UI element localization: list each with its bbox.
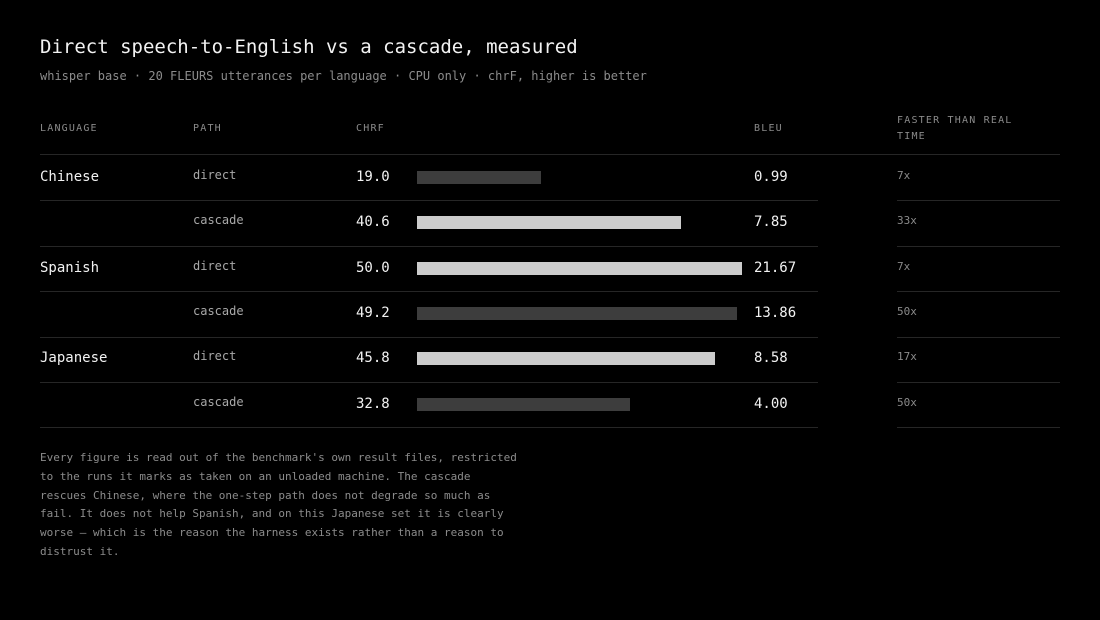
bleu-value: 7.85 <box>754 214 788 231</box>
path-label: cascade <box>193 394 244 409</box>
column-header-path: PATH <box>193 123 222 134</box>
chrf-value: 32.8 <box>356 395 390 412</box>
row-divider <box>40 246 818 247</box>
bleu-value: 8.58 <box>754 350 788 367</box>
footnote: Every figure is read out of the benchmar… <box>40 451 517 558</box>
bleu-value: 13.86 <box>754 304 797 321</box>
realtime-value: 17x <box>897 350 917 364</box>
row-divider <box>897 427 1060 428</box>
row-divider <box>897 337 1060 338</box>
chrf-value: 45.8 <box>356 350 390 367</box>
language-label: Japanese <box>40 350 108 367</box>
chrf-bar <box>417 306 737 320</box>
realtime-value: 7x <box>897 259 911 273</box>
realtime-value: 7x <box>897 168 911 182</box>
chrf-bar <box>417 216 681 230</box>
path-label: direct <box>193 167 237 182</box>
bleu-value: 21.67 <box>754 259 797 276</box>
chrf-value: 50.0 <box>356 259 390 276</box>
page-subtitle: whisper base · 20 FLEURS utterances per … <box>40 69 647 83</box>
column-header-realtime: FASTER THAN REAL TIME <box>897 115 1013 142</box>
row-divider <box>897 291 1060 292</box>
bleu-value: 0.99 <box>754 168 788 185</box>
chrf-value: 49.2 <box>356 304 390 321</box>
language-label: Spanish <box>40 259 100 276</box>
chrf-bar <box>417 170 541 184</box>
row-divider <box>40 382 818 383</box>
language-label: Chinese <box>40 168 100 185</box>
realtime-value: 33x <box>897 214 917 228</box>
chrf-bar <box>417 261 742 275</box>
column-header-bleu: BLEU <box>754 123 783 134</box>
path-label: cascade <box>193 303 244 318</box>
row-divider <box>40 291 818 292</box>
row-divider <box>897 200 1060 201</box>
page-title: Direct speech-to-English vs a cascade, m… <box>40 36 578 58</box>
row-divider <box>897 246 1060 247</box>
path-label: direct <box>193 258 237 273</box>
realtime-value: 50x <box>897 304 917 318</box>
path-label: cascade <box>193 213 244 228</box>
column-header-chrf: CHRF <box>356 123 385 134</box>
chrf-bar <box>417 397 631 411</box>
bleu-value: 4.00 <box>754 395 788 412</box>
row-divider <box>897 382 1060 383</box>
row-divider <box>40 337 818 338</box>
column-header-language: LANGUAGE <box>40 123 98 134</box>
header-divider <box>40 154 1060 155</box>
row-divider <box>40 427 818 428</box>
row-divider <box>40 200 818 201</box>
chrf-bar <box>417 352 715 366</box>
realtime-value: 50x <box>897 395 917 409</box>
path-label: direct <box>193 349 237 364</box>
chrf-value: 40.6 <box>356 214 390 231</box>
chrf-value: 19.0 <box>356 168 390 185</box>
